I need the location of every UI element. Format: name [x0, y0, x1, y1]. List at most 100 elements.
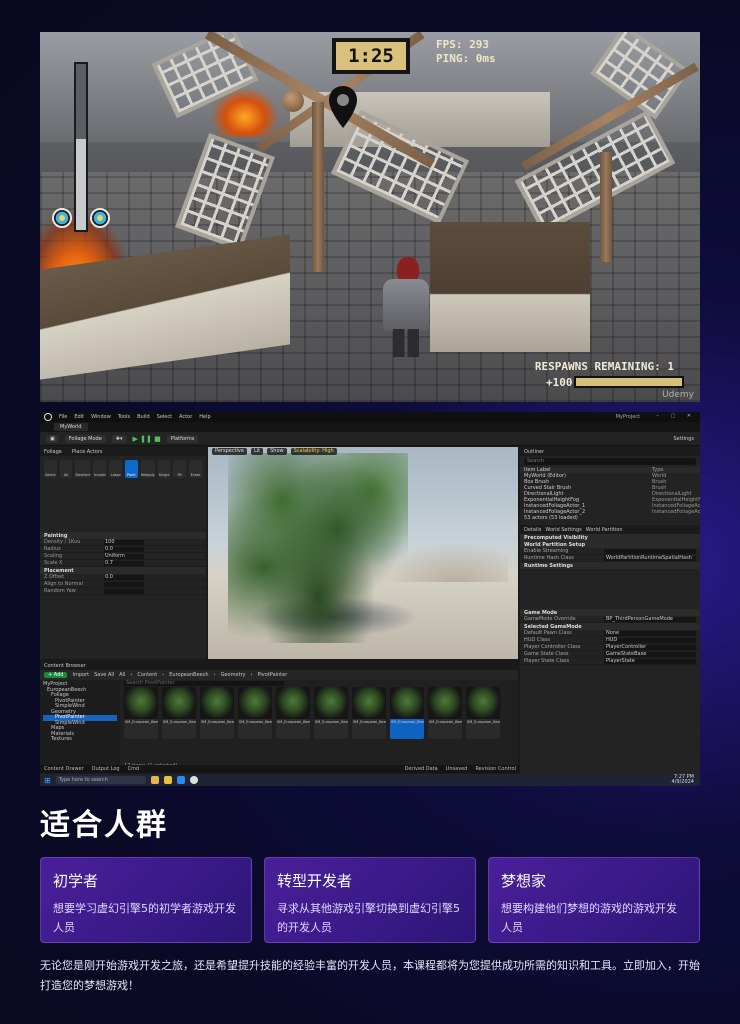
- asset-tile-selected[interactable]: SM_European_Beech_Forest_07: [390, 687, 424, 739]
- details-value[interactable]: WorldPartitionRuntimeSpatialHash: [604, 555, 696, 561]
- tool-reapply[interactable]: Reapply: [140, 460, 155, 478]
- details-section[interactable]: Selected GameMode: [520, 623, 700, 630]
- level-viewport[interactable]: Perspective Lit Show Scalability: High: [208, 447, 518, 659]
- tab-details[interactable]: Details: [524, 527, 541, 533]
- add-button[interactable]: + Add: [44, 672, 68, 678]
- asset-tile[interactable]: SM_European_Beech_Forest_05: [314, 687, 348, 739]
- menu-file[interactable]: File: [59, 414, 67, 420]
- asset-search-input[interactable]: Search PivotPainter: [124, 681, 284, 686]
- unreal-app-icon[interactable]: [189, 776, 198, 784]
- prop-row: Random Yaw: [40, 588, 206, 595]
- breadcrumb-europeanbeech[interactable]: EuropeanBeech: [169, 672, 208, 678]
- details-value[interactable]: PlayerController: [604, 644, 696, 650]
- content-drawer-button[interactable]: Content Drawer: [44, 766, 84, 772]
- tool-all[interactable]: All: [59, 460, 73, 478]
- platforms-dropdown[interactable]: Platforms: [166, 434, 199, 443]
- details-value[interactable]: None: [604, 630, 696, 636]
- details-value[interactable]: HUD: [604, 637, 696, 643]
- chrome-icon[interactable]: [150, 776, 159, 784]
- settings-button[interactable]: Settings: [673, 436, 694, 442]
- revision-control-button[interactable]: Revision Control: [475, 766, 520, 772]
- details-value[interactable]: BP_ThirdPersonGameMode: [604, 616, 696, 622]
- prop-value[interactable]: 0.0: [104, 546, 144, 552]
- asset-tile[interactable]: SM_European_Beech_Forest_03: [238, 687, 272, 739]
- vscode-icon[interactable]: [176, 776, 185, 784]
- prop-value[interactable]: Uniform: [104, 553, 144, 559]
- play-icon[interactable]: ▶ ❚❚ ■: [133, 435, 161, 443]
- tool-lasso[interactable]: Lasso: [109, 460, 122, 478]
- tab-foliage[interactable]: Foliage: [44, 449, 62, 455]
- breadcrumb-all[interactable]: All: [119, 672, 125, 678]
- tool-select[interactable]: Select: [44, 460, 57, 478]
- folder-item[interactable]: Textures: [43, 736, 117, 743]
- details-section[interactable]: Runtime Settings: [520, 562, 700, 569]
- taskbar-search-input[interactable]: Type here to search: [55, 776, 146, 784]
- window-controls[interactable]: – ▢ ✕: [656, 413, 696, 419]
- card-description: 寻求从其他游戏引擎切换到虚幻引擎5的开发人员: [277, 902, 460, 934]
- import-button[interactable]: Import: [72, 672, 89, 678]
- viewport-lit[interactable]: Lit: [250, 448, 264, 455]
- tool-invalid[interactable]: Invalid: [93, 460, 107, 478]
- asset-tile[interactable]: SM_European_Beech_Forest_02: [200, 687, 234, 739]
- content-browser-title[interactable]: Content Browser: [44, 663, 86, 669]
- asset-tile[interactable]: SM_European_Beech_Forest_04: [276, 687, 310, 739]
- editor-statusbar: Content Drawer Output Log Cmd Derived Da…: [40, 765, 520, 773]
- menu-help[interactable]: Help: [199, 414, 210, 420]
- content-browser-toolbar: + Add Import Save All All › Content › Euro…: [40, 670, 518, 680]
- asset-tile[interactable]: SM_European_Beech_Field_01: [124, 687, 158, 739]
- ping-value: PING: 0ms: [436, 52, 496, 65]
- tab-world-partition[interactable]: World Partition: [586, 527, 623, 533]
- output-log-button[interactable]: Output Log: [92, 766, 120, 772]
- outliner-title[interactable]: Outliner: [524, 449, 544, 455]
- add-actor-icon[interactable]: ✚▾: [111, 434, 127, 443]
- asset-tile[interactable]: SM_European_Beech_Forest_01: [162, 687, 196, 739]
- derived-data-button[interactable]: Derived Data: [405, 766, 438, 772]
- outliner-search-input[interactable]: Search: [524, 458, 696, 465]
- details-section[interactable]: Game Mode: [520, 609, 700, 616]
- menu-edit[interactable]: Edit: [74, 414, 84, 420]
- prop-value[interactable]: [104, 588, 144, 594]
- section-placement[interactable]: Placement: [40, 567, 206, 574]
- unsaved-button[interactable]: Unsaved: [446, 766, 468, 772]
- level-tab[interactable]: MyWorld: [54, 423, 88, 431]
- asset-tile[interactable]: SM_European_Beech_Forest_06: [352, 687, 386, 739]
- prop-value[interactable]: 0.7: [104, 560, 144, 566]
- save-icon[interactable]: ▣: [46, 434, 59, 443]
- tool-deselect[interactable]: Deselect: [75, 460, 91, 478]
- prop-value[interactable]: 0.0: [104, 574, 144, 580]
- breadcrumb-content[interactable]: Content: [137, 672, 157, 678]
- foliage-mode-dropdown[interactable]: Foliage Mode: [64, 434, 106, 443]
- audience-cards: 初学者 想要学习虚幻引擎5的初学者游戏开发人员 转型开发者 寻求从其他游戏引擎切…: [40, 857, 700, 943]
- tool-erase[interactable]: Erase: [189, 460, 202, 478]
- windows-start-icon[interactable]: ⊞: [44, 776, 51, 785]
- details-section[interactable]: World Partition Setup: [520, 541, 700, 548]
- tool-fill[interactable]: Fill: [173, 460, 187, 478]
- cmd-input[interactable]: Cmd: [128, 766, 140, 772]
- details-section[interactable]: Precomputed Visibility: [520, 534, 700, 541]
- viewport-show[interactable]: Show: [267, 448, 287, 455]
- tool-single[interactable]: Single: [157, 460, 171, 478]
- tool-paint[interactable]: Paint: [124, 460, 138, 478]
- viewport-scalability[interactable]: Scalability: High: [290, 448, 337, 455]
- details-value[interactable]: [604, 548, 696, 554]
- details-value[interactable]: GameStateBase: [604, 651, 696, 657]
- menu-actor[interactable]: Actor: [179, 414, 192, 420]
- menu-window[interactable]: Window: [91, 414, 111, 420]
- prop-value[interactable]: 100: [104, 539, 144, 545]
- asset-tile[interactable]: SM_European_Beech_Forest_08: [428, 687, 462, 739]
- asset-grid: SM_European_Beech_Field_01 SM_European_B…: [124, 687, 514, 771]
- viewport-perspective[interactable]: Perspective: [212, 448, 247, 455]
- prop-value[interactable]: [104, 581, 144, 587]
- breadcrumb-geometry[interactable]: Geometry: [221, 672, 246, 678]
- menu-tools[interactable]: Tools: [118, 414, 130, 420]
- menu-build[interactable]: Build: [137, 414, 150, 420]
- section-painting[interactable]: Painting: [40, 532, 206, 539]
- asset-tile[interactable]: SM_European_Beech_Sapling_01: [466, 687, 500, 739]
- breadcrumb-pivotpainter[interactable]: PivotPainter: [258, 672, 288, 678]
- tab-world-settings[interactable]: World Settings: [545, 527, 581, 533]
- save-all-button[interactable]: Save All: [94, 672, 114, 678]
- details-value[interactable]: PlayerState: [604, 658, 696, 664]
- tab-place-actors[interactable]: Place Actors: [72, 449, 103, 455]
- file-explorer-icon[interactable]: [163, 776, 172, 784]
- menu-select[interactable]: Select: [157, 414, 172, 420]
